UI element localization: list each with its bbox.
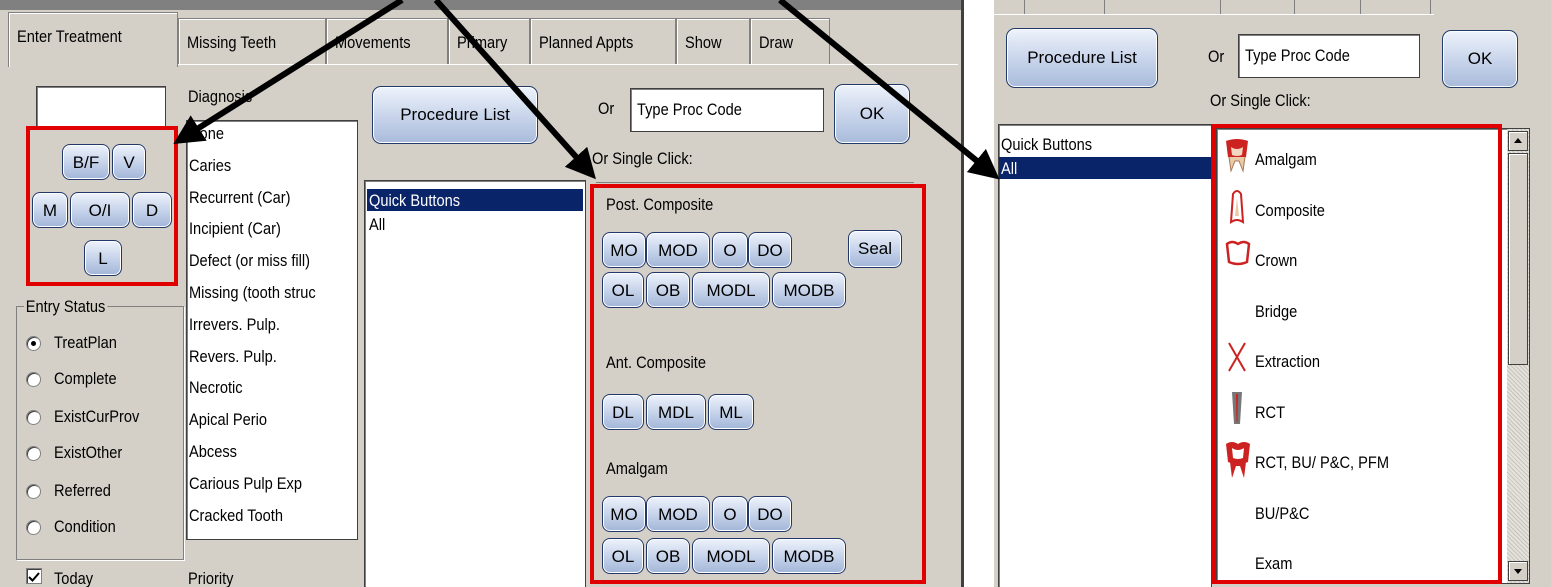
category-list[interactable]: Quick Buttons All <box>998 124 1212 587</box>
proc-code-value: Type Proc Code <box>1245 46 1350 65</box>
entry-status-label: Entry Status <box>24 297 108 316</box>
radio-label: ExistCurProv <box>54 407 140 426</box>
diagnosis-item[interactable]: Irrevers. Pulp. <box>189 316 280 333</box>
diagnosis-item[interactable]: Recurrent (Car) <box>189 189 291 206</box>
tab-label: Show <box>685 33 722 52</box>
today-checkbox[interactable] <box>26 568 42 584</box>
left-window: Enter Treatment Missing Teeth Movements … <box>0 0 964 587</box>
proc-code-input[interactable]: Type Proc Code <box>1238 34 1420 78</box>
surface-buttons-highlight <box>26 126 178 286</box>
proc-code-input[interactable]: Type Proc Code <box>630 88 824 132</box>
scroll-up-arrow[interactable] <box>1508 131 1528 151</box>
radio-existother[interactable] <box>26 446 41 461</box>
diagnosis-item[interactable]: Abcess <box>189 443 237 460</box>
tab-label: Draw <box>759 33 794 52</box>
tab-label: Movements <box>335 33 411 52</box>
radio-label: TreatPlan <box>54 333 117 352</box>
tab-show[interactable]: Show <box>676 18 750 65</box>
diagnosis-item[interactable]: Incipient (Car) <box>189 220 281 237</box>
proc-code-value: Type Proc Code <box>637 100 742 119</box>
tab-planned-appts[interactable]: Planned Appts <box>530 18 676 65</box>
diagnosis-item[interactable]: Missing (tooth struc <box>189 284 316 301</box>
diagnosis-item[interactable]: Caries <box>189 157 231 174</box>
or-label: Or <box>598 99 615 118</box>
quick-buttons-highlight <box>590 184 926 584</box>
radio-label: Complete <box>54 369 117 388</box>
tab-enter-treatment[interactable]: Enter Treatment <box>8 12 178 67</box>
button-label: OK <box>859 104 885 123</box>
category-label: Quick Buttons <box>369 191 461 210</box>
radio-label: Referred <box>54 481 111 500</box>
category-list[interactable]: Quick Buttons All <box>364 180 586 587</box>
tab-label: Planned Appts <box>539 33 634 52</box>
priority-label: Priority <box>188 569 234 587</box>
button-label: Procedure List <box>1027 48 1137 67</box>
arrow-down-icon <box>1514 569 1522 574</box>
scroll-thumb[interactable] <box>1508 153 1528 365</box>
procedure-list-highlight <box>1212 124 1502 584</box>
category-label: All <box>369 215 386 234</box>
diagnosis-list[interactable]: None Caries Recurrent (Car) Incipient (Car)… <box>186 120 358 540</box>
today-label: Today <box>54 569 94 587</box>
diagnosis-item[interactable]: Cracked Tooth <box>189 507 283 524</box>
tab-label: Missing Teeth <box>187 33 277 52</box>
diagnosis-item[interactable]: Revers. Pulp. <box>189 348 277 365</box>
or-label: Or <box>1208 47 1225 66</box>
category-all[interactable]: All <box>367 213 583 235</box>
single-click-label: Or Single Click: <box>592 149 693 168</box>
diagnosis-item[interactable]: Necrotic <box>189 379 243 396</box>
procedure-list-button[interactable]: Procedure List <box>372 86 538 144</box>
tab-draw[interactable]: Draw <box>750 18 830 65</box>
radio-label: ExistOther <box>54 443 123 462</box>
tab-strip-remnant <box>994 0 1434 15</box>
category-quick-buttons[interactable]: Quick Buttons <box>999 133 1211 155</box>
radio-existcurprov[interactable] <box>26 410 41 425</box>
diagnosis-item[interactable]: None <box>189 125 224 142</box>
ok-button[interactable]: OK <box>1442 30 1518 88</box>
tab-primary[interactable]: Primary <box>448 18 530 65</box>
check-icon <box>28 572 40 582</box>
procedure-list-button[interactable]: Procedure List <box>1006 28 1158 88</box>
tab-movements[interactable]: Movements <box>326 18 448 65</box>
scrollbar[interactable] <box>1507 129 1529 583</box>
tab-label: Enter Treatment <box>17 27 122 46</box>
diagnosis-label: Diagnosis <box>188 87 253 106</box>
window-top-edge <box>0 0 961 10</box>
radio-complete[interactable] <box>26 372 41 387</box>
category-all[interactable]: All <box>999 157 1211 179</box>
right-window: Procedure List Or Type Proc Code OK Or S… <box>994 0 1551 587</box>
radio-label: Condition <box>54 517 116 536</box>
button-label: Procedure List <box>400 105 510 124</box>
radio-referred[interactable] <box>26 484 41 499</box>
diagnosis-item[interactable]: Carious Pulp Exp <box>189 475 302 492</box>
tab-missing-teeth[interactable]: Missing Teeth <box>178 18 326 65</box>
category-quick-buttons[interactable]: Quick Buttons <box>367 189 583 211</box>
category-label: Quick Buttons <box>1001 135 1093 154</box>
diagnosis-item[interactable]: Defect (or miss fill) <box>189 252 310 269</box>
button-label: OK <box>1467 49 1493 68</box>
tooth-number-input[interactable] <box>36 86 166 128</box>
arrow-up-icon <box>1514 138 1522 143</box>
scroll-down-arrow[interactable] <box>1508 561 1528 581</box>
radio-condition[interactable] <box>26 520 41 535</box>
radio-treatplan[interactable] <box>26 336 41 351</box>
ok-button[interactable]: OK <box>834 84 910 144</box>
single-click-label: Or Single Click: <box>1210 91 1311 110</box>
tab-label: Primary <box>457 33 508 52</box>
category-label: All <box>1001 159 1018 178</box>
diagnosis-item[interactable]: Apical Perio <box>189 411 267 428</box>
